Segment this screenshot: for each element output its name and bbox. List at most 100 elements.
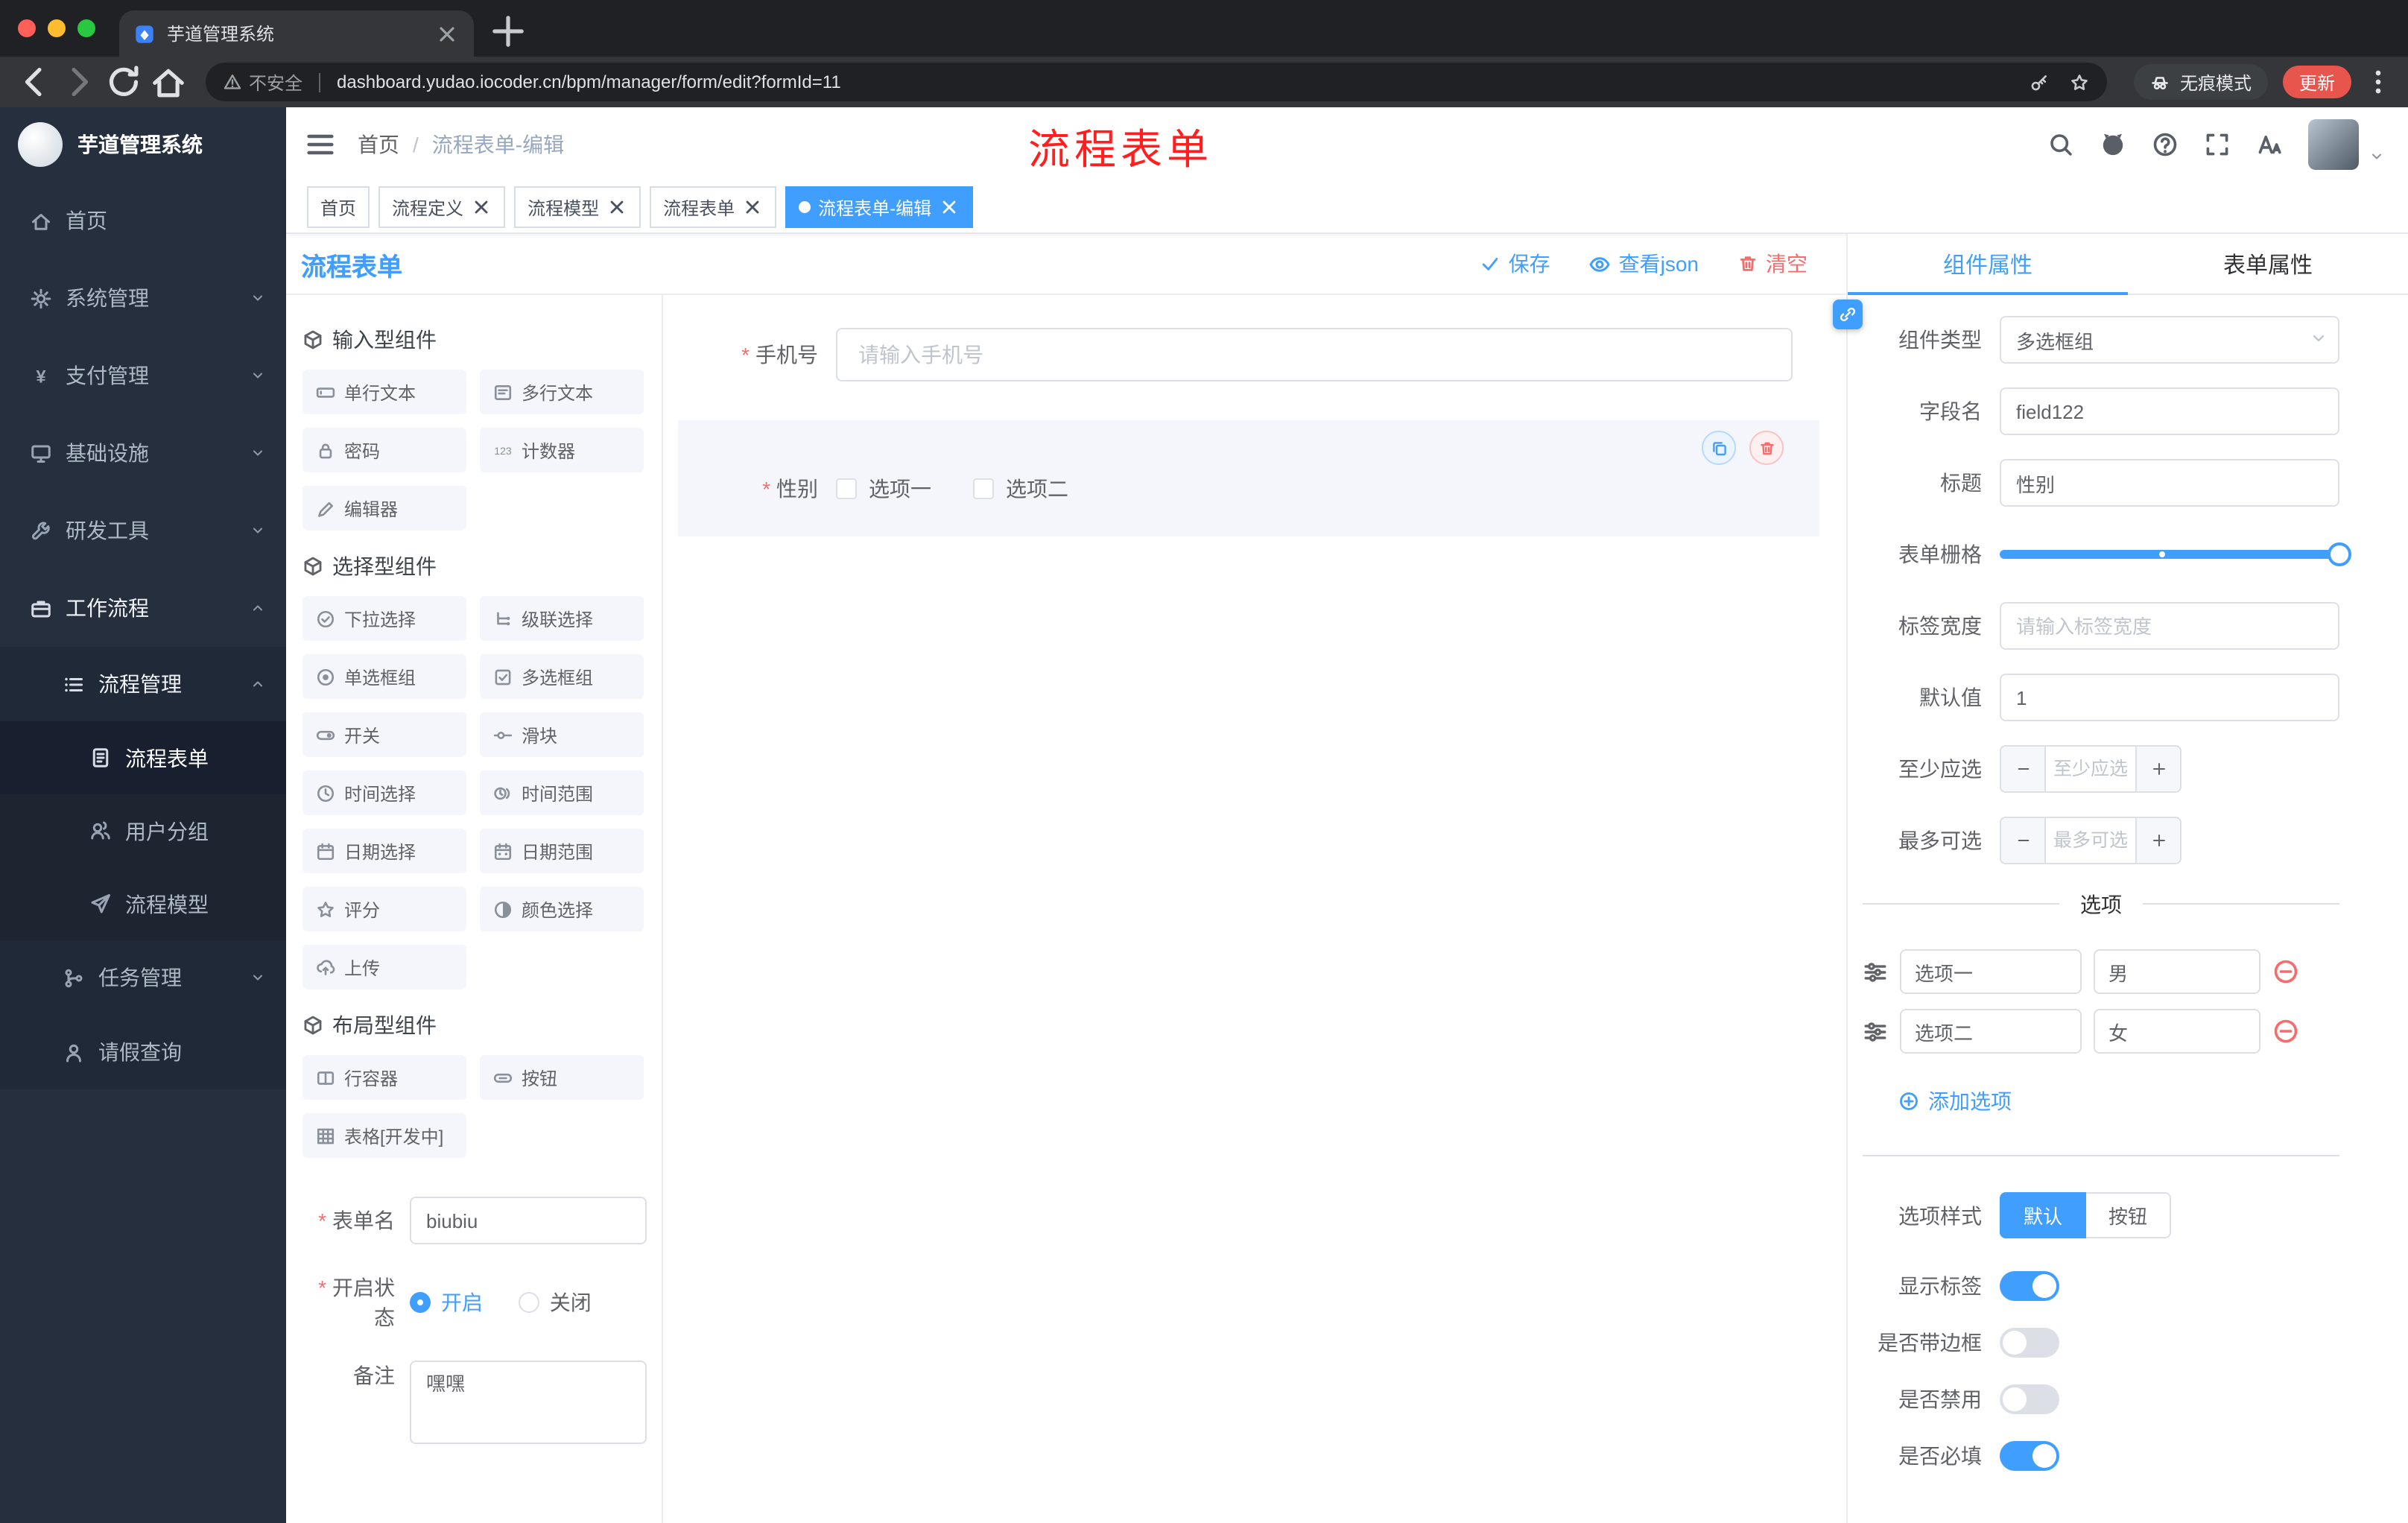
palette-item-row-container[interactable]: 行容器: [302, 1055, 466, 1100]
drag-handle-icon[interactable]: [1863, 1019, 1888, 1044]
drag-handle-icon[interactable]: [1863, 959, 1888, 984]
phone-input[interactable]: [836, 328, 1793, 381]
font-size-icon[interactable]: [2256, 131, 2283, 158]
label-width-input[interactable]: [2000, 602, 2339, 650]
save-button[interactable]: 保存: [1480, 249, 1550, 279]
palette-item-editor[interactable]: 编辑器: [302, 486, 466, 531]
sidebar-item-process-form[interactable]: 流程表单: [0, 721, 286, 794]
default-value-input[interactable]: [2000, 674, 2339, 721]
sidebar-toggle-icon[interactable]: [304, 128, 337, 161]
checkbox-box[interactable]: [973, 478, 994, 499]
avatar-caret-icon[interactable]: [2369, 149, 2384, 164]
decrease-button[interactable]: [2001, 747, 2046, 791]
palette-item-password[interactable]: 密码: [302, 428, 466, 472]
tag-close-icon[interactable]: [471, 197, 492, 218]
github-icon[interactable]: [2100, 131, 2126, 158]
sidebar-item-home[interactable]: 首页: [0, 182, 286, 259]
slider-track[interactable]: [2000, 542, 2351, 566]
tag-close-icon[interactable]: [742, 197, 763, 218]
field-name-input[interactable]: [2000, 387, 2339, 435]
delete-component-button[interactable]: [1749, 431, 1784, 465]
min-select-input[interactable]: [2046, 747, 2135, 791]
fullscreen-icon[interactable]: [2204, 131, 2231, 158]
palette-item-table[interactable]: 表格[开发中]: [302, 1113, 466, 1158]
breadcrumb-home[interactable]: 首页: [358, 130, 399, 159]
option-value-input[interactable]: [2094, 1009, 2260, 1054]
status-closed-radio[interactable]: 关闭: [518, 1288, 592, 1317]
browser-menu-icon[interactable]: [2363, 64, 2393, 100]
disabled-toggle[interactable]: [2000, 1384, 2059, 1414]
palette-item-multi-text[interactable]: 多行文本: [480, 370, 644, 414]
palette-item-single-text[interactable]: 单行文本: [302, 370, 466, 414]
checkbox-box[interactable]: [836, 478, 857, 499]
option-label-input[interactable]: [1900, 949, 2082, 994]
sidebar-item-payment[interactable]: ¥ 支付管理: [0, 337, 286, 414]
new-tab-button[interactable]: [489, 12, 527, 51]
title-input[interactable]: [2000, 459, 2339, 507]
bookmark-star-icon[interactable]: [2070, 72, 2089, 92]
tag-process-form-edit[interactable]: 流程表单-编辑: [785, 186, 974, 228]
tag-close-icon[interactable]: [606, 197, 627, 218]
palette-item-switch[interactable]: 开关: [302, 712, 466, 757]
window-close-button[interactable]: [18, 19, 36, 37]
show-label-toggle[interactable]: [2000, 1271, 2059, 1301]
window-zoom-button[interactable]: [77, 19, 95, 37]
view-json-button[interactable]: 查看json: [1589, 249, 1699, 279]
sidebar-item-workflow[interactable]: 工作流程: [0, 569, 286, 647]
gender-option-2-checkbox[interactable]: 选项二: [973, 474, 1068, 504]
sidebar-item-user-group[interactable]: 用户分组: [0, 794, 286, 867]
form-remark-textarea[interactable]: 嘿嘿: [410, 1361, 647, 1444]
status-open-radio[interactable]: 开启: [410, 1288, 483, 1317]
remove-option-icon[interactable]: [2272, 1018, 2299, 1045]
window-minimize-button[interactable]: [48, 19, 66, 37]
add-option-button[interactable]: 添加选项: [1898, 1086, 2012, 1116]
palette-item-date-range[interactable]: 日期范围: [480, 829, 644, 873]
tab-close-icon[interactable]: [435, 22, 459, 45]
tag-process-model[interactable]: 流程模型: [514, 186, 641, 228]
clear-button[interactable]: 清空: [1737, 249, 1807, 279]
palette-item-radio-group[interactable]: 单选框组: [302, 654, 466, 699]
home-icon[interactable]: [149, 63, 188, 101]
sidebar-item-process-model[interactable]: 流程模型: [0, 867, 286, 940]
selected-component-gender[interactable]: 性别 选项一 选项二: [678, 420, 1819, 536]
increase-button[interactable]: [2135, 818, 2180, 863]
back-icon[interactable]: [15, 63, 54, 101]
search-icon[interactable]: [2047, 131, 2074, 158]
palette-item-rate[interactable]: 评分: [302, 887, 466, 931]
palette-item-upload[interactable]: 上传: [302, 945, 466, 990]
component-type-select[interactable]: [2000, 316, 2339, 364]
copy-component-button[interactable]: [1702, 431, 1736, 465]
style-button-button[interactable]: 按钮: [2086, 1192, 2172, 1238]
reload-icon[interactable]: [104, 63, 143, 101]
sidebar-item-infra[interactable]: 基础设施: [0, 414, 286, 492]
component-type-value[interactable]: [2000, 316, 2339, 364]
max-select-input[interactable]: [2046, 818, 2135, 863]
palette-item-time-range[interactable]: 时间范围: [480, 770, 644, 815]
with-border-toggle[interactable]: [2000, 1328, 2059, 1358]
style-default-button[interactable]: 默认: [2000, 1192, 2087, 1238]
user-avatar[interactable]: [2308, 119, 2359, 170]
sidebar-item-task-mgmt[interactable]: 任务管理: [0, 940, 286, 1015]
gender-option-1-checkbox[interactable]: 选项一: [836, 474, 931, 504]
palette-item-cascader[interactable]: 级联选择: [480, 596, 644, 641]
remove-option-icon[interactable]: [2272, 958, 2299, 985]
increase-button[interactable]: [2135, 747, 2180, 791]
canvas-field-phone[interactable]: 手机号: [693, 328, 1793, 381]
decrease-button[interactable]: [2001, 818, 2046, 863]
tag-close-icon[interactable]: [939, 197, 960, 218]
sidebar-item-devtools[interactable]: 研发工具: [0, 492, 286, 569]
option-label-input[interactable]: [1900, 1009, 2082, 1054]
min-select-stepper[interactable]: [2000, 745, 2182, 793]
palette-item-select[interactable]: 下拉选择: [302, 596, 466, 641]
tag-process-definition[interactable]: 流程定义: [378, 186, 506, 228]
palette-item-slider[interactable]: 滑块: [480, 712, 644, 757]
browser-update-button[interactable]: 更新: [2282, 66, 2351, 98]
palette-item-checkbox-group[interactable]: 多选框组: [480, 654, 644, 699]
max-select-stepper[interactable]: [2000, 817, 2182, 864]
palette-item-date-picker[interactable]: 日期选择: [302, 829, 466, 873]
form-canvas[interactable]: 手机号 性别 选项一: [663, 295, 1846, 1523]
anchor-link-chip[interactable]: [1833, 300, 1863, 329]
browser-tab[interactable]: 芋道管理系统: [119, 10, 474, 57]
required-toggle[interactable]: [2000, 1441, 2059, 1471]
palette-item-button[interactable]: 按钮: [480, 1055, 644, 1100]
